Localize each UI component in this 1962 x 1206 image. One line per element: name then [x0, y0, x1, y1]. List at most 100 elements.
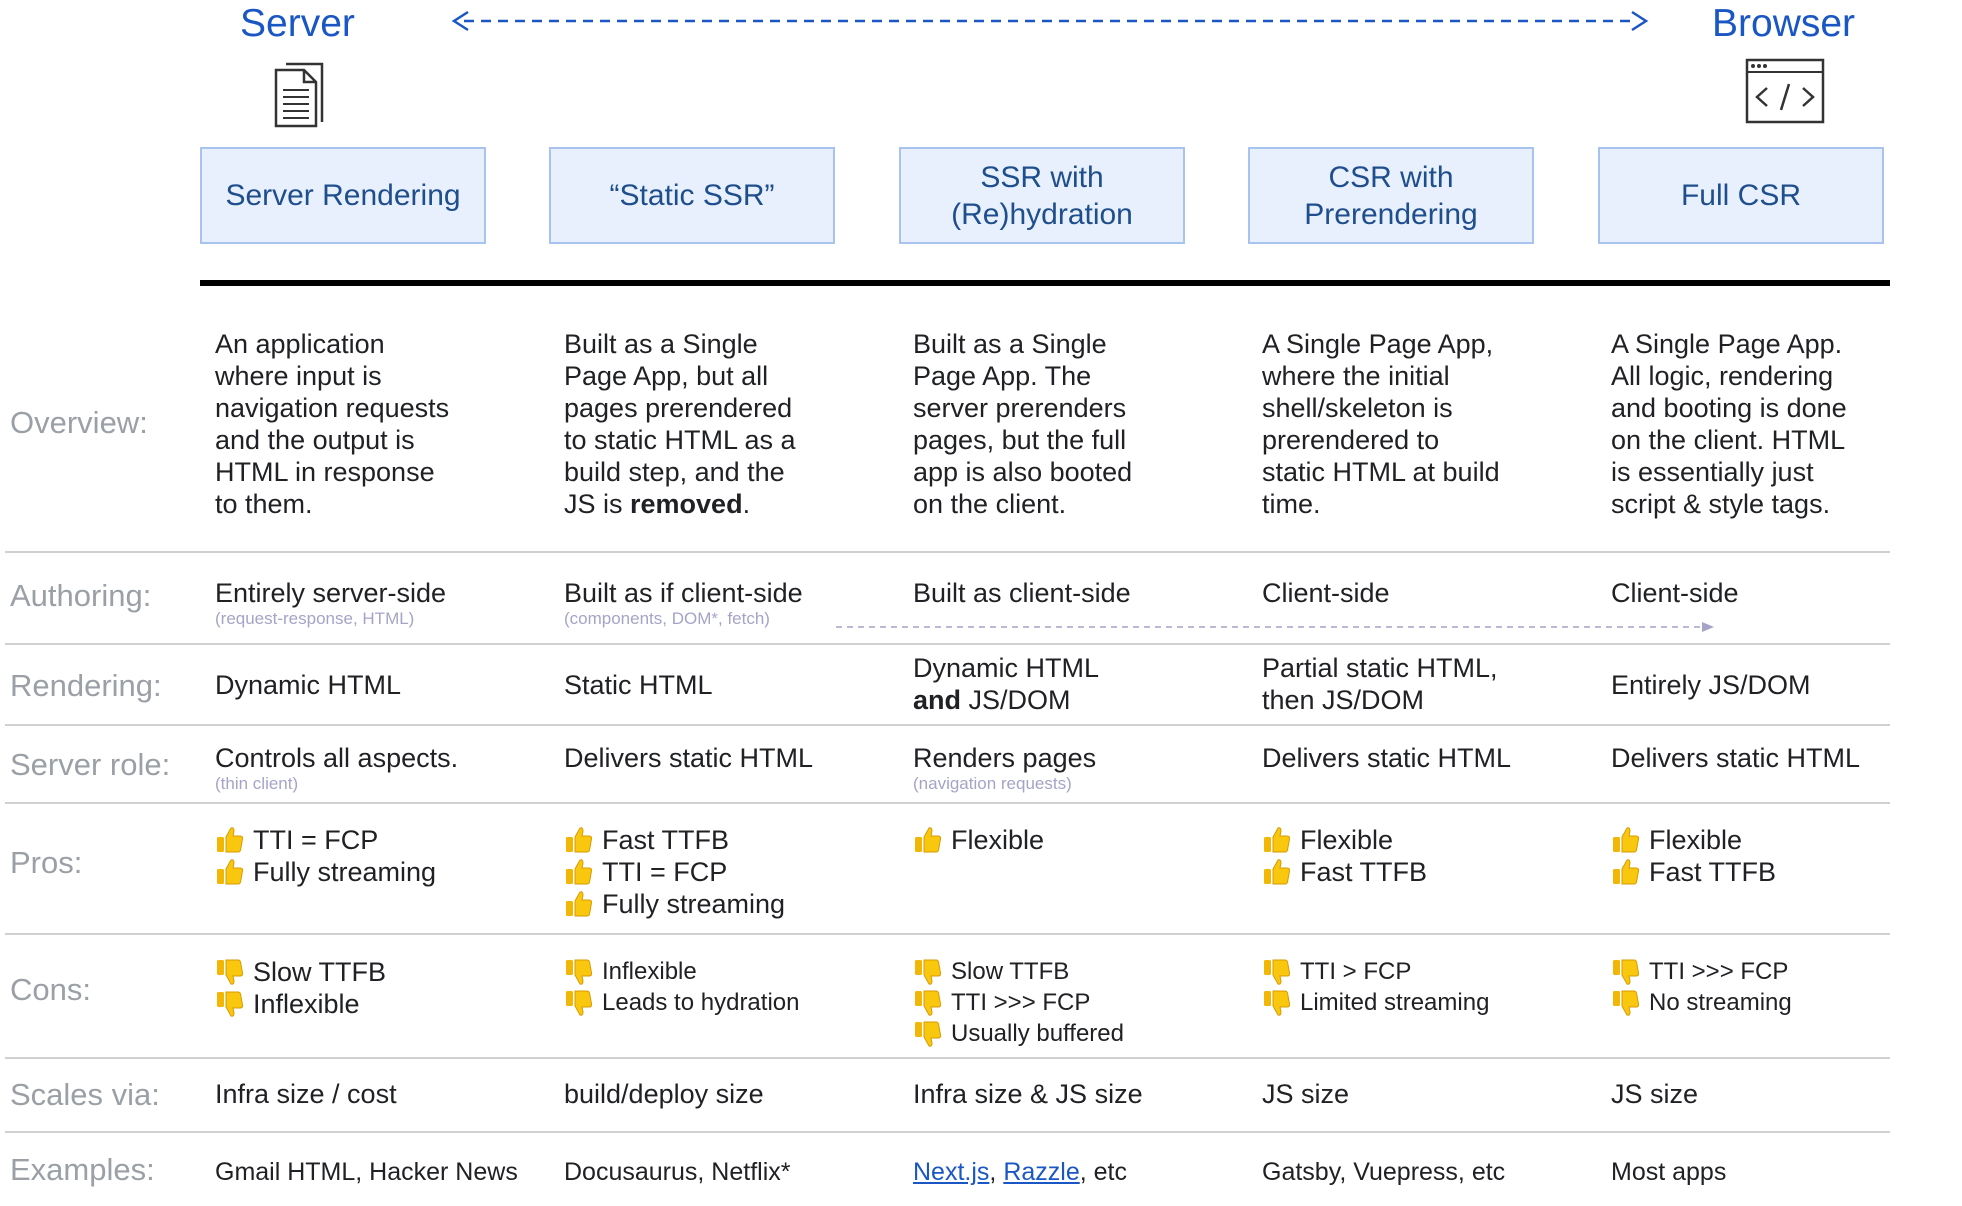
- thumbs-down-icon: [1613, 959, 1640, 985]
- rendering-full-csr: Entirely JS/DOM: [1611, 670, 1811, 700]
- browser-endpoint-label: Browser: [1712, 2, 1856, 45]
- pro-item: TTI = FCP: [564, 856, 904, 888]
- server-endpoint-label: Server: [240, 2, 355, 45]
- category-static-ssr: “Static SSR”: [549, 147, 835, 244]
- row-divider: [5, 1057, 1890, 1059]
- examples-ssr-hydration: Next.js, Razzle, etc: [913, 1158, 1127, 1186]
- pro-item: TTI = FCP: [215, 824, 555, 856]
- row-divider: [5, 724, 1890, 726]
- pros-ssr-hydration: Flexible: [913, 824, 1253, 856]
- row-label-authoring: Authoring:: [10, 578, 152, 613]
- server-role-static-ssr: Delivers static HTML: [564, 743, 814, 773]
- razzle-link[interactable]: Razzle: [1003, 1158, 1079, 1186]
- row-label-overview: Overview:: [10, 405, 148, 440]
- row-label-pros: Pros:: [10, 845, 83, 880]
- spectrum-arrow: [451, 10, 1649, 32]
- thumbs-up-icon: [915, 827, 942, 853]
- row-label-cons: Cons:: [10, 972, 91, 1007]
- row-label-server-role: Server role:: [10, 747, 171, 782]
- rendering-static-ssr: Static HTML: [564, 670, 713, 700]
- server-role-ssr-hydration: Renders pages (navigation requests): [913, 743, 1097, 793]
- thumbs-up-icon: [217, 827, 244, 853]
- category-full-csr: Full CSR: [1598, 147, 1884, 244]
- rendering-server-rendering: Dynamic HTML: [215, 670, 402, 700]
- overview-ssr-hydration: Built as a Single Page App. The server p…: [913, 329, 1133, 519]
- row-divider: [5, 933, 1890, 935]
- con-item: Slow TTFB: [913, 956, 1253, 987]
- client-side-continuation-arrow: [836, 622, 1714, 632]
- thumbs-up-icon: [566, 891, 593, 917]
- thumbs-up-icon: [217, 859, 244, 885]
- cons-static-ssr: Inflexible Leads to hydration: [564, 956, 904, 1018]
- pro-item: Flexible: [1611, 824, 1951, 856]
- pros-static-ssr: Fast TTFB TTI = FCP Fully streaming: [564, 824, 904, 920]
- pros-full-csr: Flexible Fast TTFB: [1611, 824, 1951, 888]
- scales-static-ssr: build/deploy size: [564, 1079, 764, 1109]
- thumbs-up-icon: [1264, 827, 1291, 853]
- scales-ssr-hydration: Infra size & JS size: [913, 1079, 1143, 1109]
- authoring-ssr-hydration: Built as client-side: [913, 578, 1131, 608]
- pro-item: Fully streaming: [215, 856, 555, 888]
- row-label-rendering: Rendering:: [10, 668, 162, 703]
- thumbs-down-icon: [217, 991, 244, 1017]
- thumbs-down-icon: [1264, 959, 1291, 985]
- rendering-ssr-hydration: Dynamic HTML and JS/DOM: [913, 653, 1100, 715]
- pro-item: Fast TTFB: [1611, 856, 1951, 888]
- pros-csr-prerendering: Flexible Fast TTFB: [1262, 824, 1602, 888]
- thumbs-down-icon: [915, 1021, 942, 1047]
- authoring-csr-prerendering: Client-side: [1262, 578, 1390, 608]
- thumbs-down-icon: [915, 959, 942, 985]
- overview-full-csr: A Single Page App. All logic, rendering …: [1611, 329, 1847, 519]
- pros-server-rendering: TTI = FCP Fully streaming: [215, 824, 555, 888]
- thumbs-up-icon: [1613, 859, 1640, 885]
- row-label-examples: Examples:: [10, 1152, 155, 1187]
- examples-csr-prerendering: Gatsby, Vuepress, etc: [1262, 1158, 1506, 1186]
- code-window-icon: [1745, 58, 1825, 124]
- row-label-scales: Scales via:: [10, 1077, 160, 1112]
- con-item: No streaming: [1611, 987, 1951, 1018]
- pro-item: Fully streaming: [564, 888, 904, 920]
- thumbs-down-icon: [1264, 990, 1291, 1016]
- rendering-csr-prerendering: Partial static HTML, then JS/DOM: [1262, 653, 1498, 715]
- con-item: Inflexible: [564, 956, 904, 987]
- nextjs-link[interactable]: Next.js: [913, 1158, 989, 1186]
- thumbs-down-icon: [915, 990, 942, 1016]
- scales-server-rendering: Infra size / cost: [215, 1079, 397, 1109]
- cons-csr-prerendering: TTI > FCP Limited streaming: [1262, 956, 1602, 1018]
- authoring-server-rendering: Entirely server-side (request-response, H…: [215, 578, 447, 628]
- pro-item: Fast TTFB: [1262, 856, 1602, 888]
- con-item: Limited streaming: [1262, 987, 1602, 1018]
- thumbs-down-icon: [217, 959, 244, 985]
- authoring-full-csr: Client-side: [1611, 578, 1739, 608]
- pro-item: Fast TTFB: [564, 824, 904, 856]
- thumbs-down-icon: [566, 959, 593, 985]
- pro-item: Flexible: [1262, 824, 1602, 856]
- examples-static-ssr: Docusaurus, Netflix*: [564, 1158, 791, 1186]
- document-stack-icon: [274, 62, 324, 128]
- overview-csr-prerendering: A Single Page App, where the initial she…: [1262, 329, 1500, 519]
- con-item: TTI >>> FCP: [1611, 956, 1951, 987]
- scales-csr-prerendering: JS size: [1262, 1079, 1350, 1109]
- cons-server-rendering: Slow TTFB Inflexible: [215, 956, 555, 1020]
- server-role-csr-prerendering: Delivers static HTML: [1262, 743, 1512, 773]
- overview-server-rendering: An application where input is navigation…: [215, 329, 450, 519]
- category-ssr-hydration: SSR with (Re)hydration: [899, 147, 1185, 244]
- cons-ssr-hydration: Slow TTFB TTI >>> FCP Usually buffered: [913, 956, 1253, 1049]
- row-divider: [5, 1131, 1890, 1133]
- examples-server-rendering: Gmail HTML, Hacker News: [215, 1158, 518, 1186]
- row-divider: [5, 643, 1890, 645]
- server-role-full-csr: Delivers static HTML: [1611, 743, 1861, 773]
- con-item: Leads to hydration: [564, 987, 904, 1018]
- category-csr-prerendering: CSR with Prerendering: [1248, 147, 1534, 244]
- con-item: TTI >>> FCP: [913, 987, 1253, 1018]
- thumbs-up-icon: [1613, 827, 1640, 853]
- con-item: TTI > FCP: [1262, 956, 1602, 987]
- row-divider: [5, 551, 1890, 553]
- cons-full-csr: TTI >>> FCP No streaming: [1611, 956, 1951, 1018]
- category-server-rendering: Server Rendering: [200, 147, 486, 244]
- thumbs-down-icon: [566, 990, 593, 1016]
- con-item: Usually buffered: [913, 1018, 1253, 1049]
- examples-full-csr: Most apps: [1611, 1158, 1727, 1186]
- scales-full-csr: JS size: [1611, 1079, 1699, 1109]
- con-item: Slow TTFB: [215, 956, 555, 988]
